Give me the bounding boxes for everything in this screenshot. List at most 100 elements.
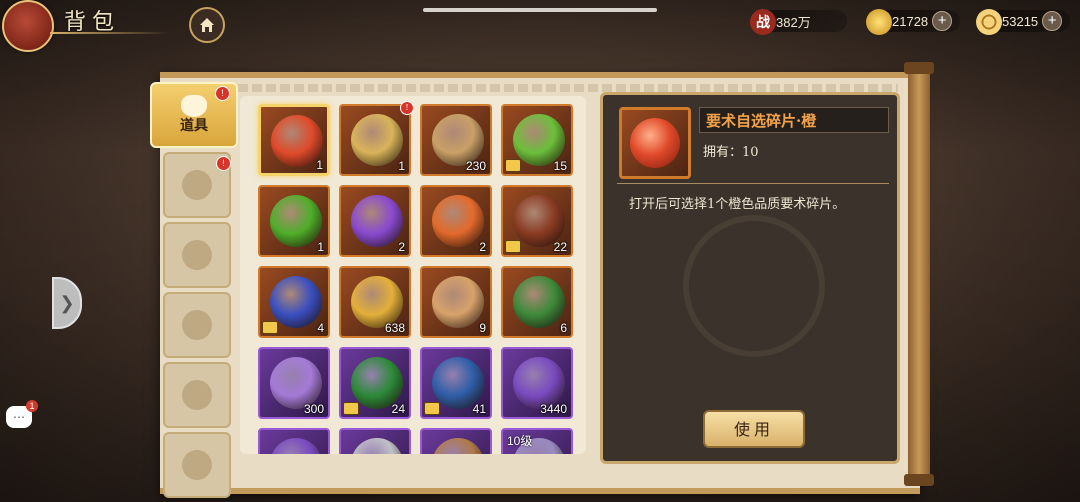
bronze-item-icon [432,438,484,454]
add-coin-button[interactable]: + [1042,11,1063,31]
inventory-slot[interactable]: 1 [258,185,330,257]
tab-notification-badge: ! [216,156,231,171]
battle-power-icon: 战 [750,9,776,35]
inventory-slot[interactable]: 3440 [501,347,573,419]
tab-sword[interactable] [163,222,231,288]
home-button[interactable] [189,7,225,43]
scroll-rod-cap-top [904,62,934,74]
item-count: 1 [398,159,405,173]
lock-icon [343,402,359,415]
bag-icon [181,95,207,117]
helmet-icon [182,170,212,200]
inventory-slot[interactable]: 300 [258,347,330,419]
inventory-slot[interactable]: 15 [501,104,573,176]
add-gold-button[interactable]: + [932,11,953,31]
inventory-slot[interactable]: ! 1 [339,101,414,176]
chat-badge: 1 [26,400,38,412]
tab-notification-badge: ! [215,86,230,101]
item-count: 6 [560,321,567,335]
item-owned-count: 拥有：10 [703,145,759,160]
tab-misc[interactable] [163,432,231,498]
red-orange-orb-icon [432,195,484,247]
divider [617,183,889,184]
inventory-slot[interactable]: 1 [258,104,330,176]
purple-orb-icon [351,195,403,247]
home-icon [200,18,214,32]
header: 背包 战 382万 21728 + 53215 + [0,0,1080,60]
tab-horse[interactable] [163,362,231,428]
lock-icon [505,240,521,253]
inventory-slot[interactable]: 638 [339,266,411,338]
resource-coin: 53215 + [976,9,1071,35]
item-name: 要术自选碎片·橙 [699,107,889,133]
item-description: 打开后可选择1个橙色品质要术碎片。 [629,197,846,212]
lock-icon [424,402,440,415]
item-grid: 1! 1 230 15 1 2 2 22 4 638 9 6 300 24 41 3440 10级 [240,96,586,454]
inventory-slot[interactable]: 10级 [501,428,573,454]
scroll-rod [908,66,930,484]
item-count: 2 [398,240,405,254]
lock-icon [505,159,521,172]
item-count: 3440 [540,402,567,416]
dragon-watermark-icon [683,215,825,357]
green-scroll-icon [513,276,565,328]
inventory-slot[interactable]: 4 [258,266,330,338]
inventory-slot[interactable] [258,428,330,454]
triangle-icon [182,310,212,340]
lock-icon [262,321,278,334]
item-count: 41 [472,402,486,416]
coin-icon [976,9,1002,35]
inventory-slot[interactable]: 6 [501,266,573,338]
purple-item-icon [270,438,322,454]
use-button[interactable]: 使用 [703,410,805,448]
inventory-slot[interactable]: 9 [420,266,492,338]
tab-bag[interactable]: 道具! [150,82,238,148]
coin-value: 53215 [1002,13,1039,29]
selected-item-icon [619,107,691,179]
golden-card-icon [351,114,403,166]
gold-value: 21728 [892,13,929,29]
misc-icon [182,450,212,480]
item-count: 22 [553,240,567,254]
decorative-border [238,84,898,92]
inventory-slot[interactable]: 230 [420,104,492,176]
inventory-slot[interactable]: 2 [420,185,492,257]
item-count: 230 [465,159,486,173]
title-underline [50,32,170,34]
resource-battle-power: 战 382万 [750,9,847,35]
tab-triangle[interactable] [163,292,231,358]
sword-icon [182,240,212,270]
item-notification-badge: ! [400,101,414,115]
battle-power-value: 382万 [776,14,811,30]
item-count: 638 [384,321,405,335]
inventory-slot[interactable] [339,428,411,454]
item-count: 300 [303,402,324,416]
item-count: 1 [316,158,323,172]
inventory-slot[interactable]: 2 [339,185,411,257]
chat-bubble-icon: ⋯ [13,410,25,424]
silver-item-icon [351,438,403,454]
item-count: 15 [553,159,567,173]
item-count: 1 [317,240,324,254]
item-detail-panel: 要术自选碎片·橙 拥有：10 打开后可选择1个橙色品质要术碎片。 使用 [600,92,900,464]
tab-helmet[interactable]: ! [163,152,231,218]
tab-label: 道具 [180,118,208,134]
item-count: 4 [317,321,324,335]
menu-emblem-icon[interactable] [2,0,54,52]
inventory-slot[interactable] [420,428,492,454]
inventory-slot[interactable]: 24 [339,347,411,419]
chat-button[interactable]: ⋯ 1 [6,400,38,428]
item-count: 2 [479,240,486,254]
item-count: 24 [391,402,405,416]
chevron-right-icon: ❯ [59,292,75,314]
gold-ingot-icon [866,9,892,35]
scroll-rod-cap-bottom [904,474,934,486]
inventory-slot[interactable]: 22 [501,185,573,257]
buns-basket-icon [432,276,484,328]
resource-gold: 21728 + [866,9,961,35]
blue-rune-icon [270,276,322,328]
horse-icon [182,380,212,410]
inventory-slot[interactable]: 41 [420,347,492,419]
item-count: 9 [479,321,486,335]
green-orb-icon [270,195,322,247]
